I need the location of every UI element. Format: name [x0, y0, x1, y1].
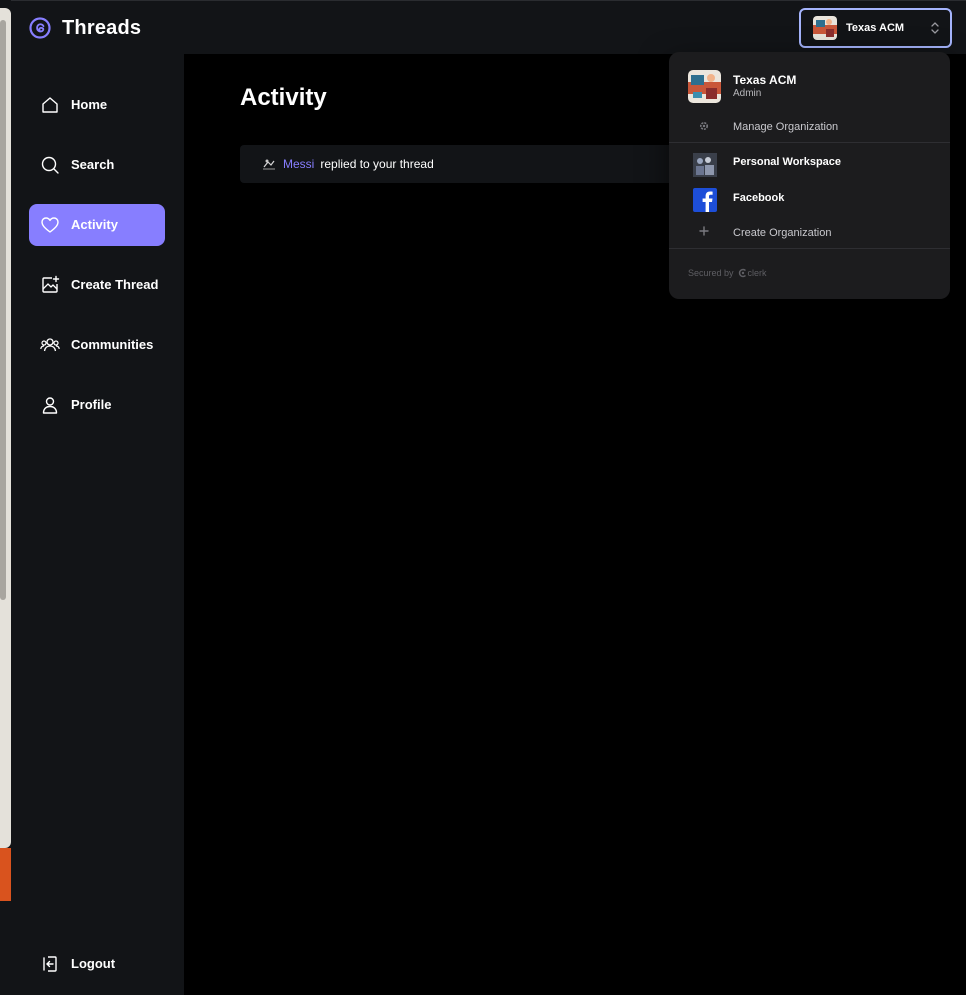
logout-label: Logout	[71, 956, 116, 971]
org-switcher-name: Texas ACM	[846, 22, 905, 34]
clerk-icon	[738, 268, 746, 278]
organization-switcher-button[interactable]: Texas ACM	[799, 8, 952, 48]
communities-icon	[40, 338, 60, 352]
sidebar-item-activity[interactable]: Activity	[29, 204, 165, 246]
secured-by-footer: Secured by clerk	[688, 268, 767, 278]
sidebar-item-label: Home	[71, 97, 108, 112]
home-icon	[42, 97, 58, 113]
current-org-avatar	[688, 70, 721, 103]
organization-switcher-popover: Texas ACM Admin Manage Organization Pers…	[669, 52, 950, 299]
heart-icon	[41, 217, 59, 233]
sidebar-item-communities[interactable]: Communities	[29, 324, 165, 366]
left-edge-strip	[0, 0, 11, 995]
manage-organization-button[interactable]: Manage Organization	[669, 109, 950, 143]
logout-icon	[43, 956, 57, 972]
personal-workspace-avatar	[693, 153, 717, 177]
logout-button[interactable]: Logout	[29, 943, 165, 985]
facebook-icon	[693, 188, 717, 212]
clerk-logo[interactable]: clerk	[738, 268, 767, 278]
sidebar-item-label: Communities	[71, 337, 154, 352]
sidebar-item-label: Profile	[71, 397, 112, 412]
sidebar-item-profile[interactable]: Profile	[29, 384, 165, 426]
create-thread-icon	[42, 275, 60, 293]
org-avatar	[813, 16, 837, 40]
secured-by-label: Secured by	[688, 268, 734, 278]
background-window-scrollbar	[0, 20, 6, 600]
divider	[669, 142, 950, 143]
workspace-label: Facebook	[733, 192, 785, 204]
sidebar-item-create-thread[interactable]: Create Thread	[29, 264, 165, 306]
sidebar-item-home[interactable]: Home	[29, 84, 165, 126]
activity-message: replied to your thread	[320, 157, 434, 171]
sidebar-item-label: Search	[71, 157, 115, 172]
threads-logo-icon[interactable]	[29, 17, 51, 39]
sidebar-item-label: Create Thread	[71, 277, 159, 292]
current-org-role: Admin	[733, 88, 762, 99]
topbar: Threads Texas ACM	[11, 0, 966, 54]
workspace-label: Personal Workspace	[733, 156, 842, 168]
chevron-up-down-icon	[931, 22, 939, 34]
sidebar-item-label: Activity	[71, 217, 118, 232]
clerk-label: clerk	[747, 268, 767, 278]
brand-name[interactable]: Threads	[62, 17, 141, 40]
workspace-item-personal[interactable]: Personal Workspace	[669, 145, 950, 179]
divider	[669, 248, 950, 249]
background-window-accent	[0, 848, 11, 901]
create-organization-button[interactable]: Create Organization	[669, 215, 950, 249]
sidebar: Home Search Activity Create Thread Commu…	[11, 54, 184, 995]
workspace-item-facebook[interactable]: Facebook	[669, 180, 950, 214]
current-organization: Texas ACM Admin	[688, 70, 928, 104]
sidebar-item-search[interactable]: Search	[29, 144, 165, 186]
current-org-name: Texas ACM	[733, 73, 797, 87]
user-icon	[42, 397, 58, 414]
create-organization-label: Create Organization	[733, 227, 832, 239]
gear-icon	[700, 122, 709, 131]
page-title: Activity	[240, 84, 327, 111]
manage-organization-label: Manage Organization	[733, 121, 839, 133]
activity-item[interactable]: Messi replied to your thread	[240, 145, 700, 183]
search-icon	[41, 156, 59, 174]
user-avatar	[262, 157, 276, 171]
activity-username[interactable]: Messi	[283, 157, 314, 171]
plus-icon	[699, 226, 709, 236]
